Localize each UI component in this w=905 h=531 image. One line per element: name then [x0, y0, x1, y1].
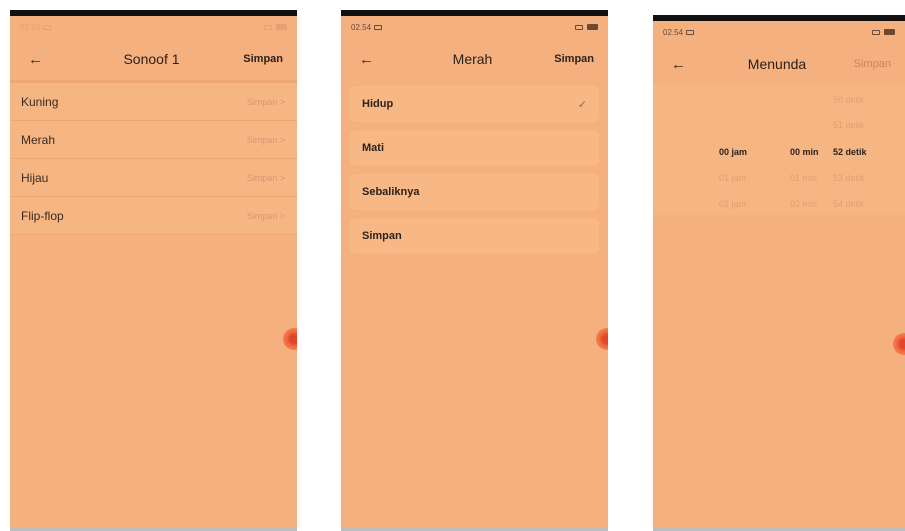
picker-second[interactable]: 54 detik [833, 199, 865, 209]
list-item-flip-flop[interactable]: Flip-flop Simpan > [10, 197, 297, 235]
cast-icon [872, 29, 880, 35]
page-title: Menunda [747, 56, 807, 72]
screen-delay-picker: 02.54 ← Menunda Simpan 50 detik 51 detik… [653, 15, 905, 531]
floating-ball-icon[interactable] [893, 333, 905, 355]
cast-icon [575, 24, 583, 30]
app-header: ← Merah Simpan [341, 38, 608, 80]
status-bar: 02.54 [653, 21, 905, 43]
back-arrow-icon[interactable]: ← [28, 51, 68, 68]
screen-merah-options: 02.54 ← Merah Simpan Hidup ✓ Mati Sebali… [341, 10, 608, 531]
picker-second[interactable]: 51 detik [833, 120, 865, 130]
option-label: Sebaliknya [362, 186, 420, 198]
picker-hour[interactable]: 02 jam [719, 199, 746, 209]
status-time: 02.54 [351, 22, 372, 32]
list-item-kuning[interactable]: Kuning Simpan > [10, 83, 297, 121]
picker-second-selected[interactable]: 52 detik [833, 147, 867, 157]
status-time: 02.54 [20, 22, 41, 32]
message-icon [374, 24, 383, 30]
list-item-hijau[interactable]: Hijau Simpan > [10, 159, 297, 197]
list-item-value: Simpan [246, 134, 278, 145]
option-label: Hidup [362, 98, 394, 110]
option-sebaliknya[interactable]: Sebaliknya [350, 174, 599, 210]
chevron-right-icon: > [279, 172, 285, 183]
option-mati[interactable]: Mati [350, 130, 599, 166]
list-item-label: Flip-flop [21, 208, 64, 223]
battery-icon [276, 23, 287, 30]
battery-icon [884, 28, 895, 35]
list-item-value: Simpan [246, 172, 278, 183]
list-item-label: Merah [21, 132, 56, 147]
picker-minute[interactable]: 01 min [790, 173, 817, 183]
save-button[interactable]: Simpan [843, 58, 891, 70]
screen-device-list: 02.54 ← Sonoof 1 Simpan Kuning Simpan > … [10, 10, 297, 531]
back-arrow-icon[interactable]: ← [359, 51, 399, 68]
status-time: 02.54 [663, 27, 684, 37]
save-button[interactable]: Simpan [546, 53, 594, 65]
chevron-right-icon: > [279, 134, 285, 145]
picker-minute-selected[interactable]: 00 min [790, 147, 819, 157]
message-icon [43, 24, 52, 30]
chevron-right-icon: > [279, 96, 285, 107]
app-header: ← Sonoof 1 Simpan [10, 38, 297, 80]
settings-list: Kuning Simpan > Merah Simpan > Hijau Sim… [10, 83, 297, 235]
option-simpan[interactable]: Simpan [350, 218, 599, 254]
picker-hour[interactable]: 01 jam [719, 173, 746, 183]
floating-ball-icon[interactable] [596, 328, 608, 350]
status-bar: 02.54 [10, 16, 297, 38]
picker-second[interactable]: 53 detik [833, 173, 865, 183]
list-item-label: Kuning [21, 94, 59, 109]
check-icon: ✓ [577, 98, 587, 111]
cast-icon [264, 24, 272, 30]
battery-icon [587, 23, 598, 30]
back-arrow-icon[interactable]: ← [671, 56, 711, 73]
picker-second[interactable]: 50 detik [833, 95, 865, 105]
screenshot-stage: 02.54 ← Sonoof 1 Simpan Kuning Simpan > … [0, 0, 905, 531]
app-header: ← Menunda Simpan [653, 43, 905, 85]
option-hidup[interactable]: Hidup ✓ [350, 86, 599, 122]
list-item-merah[interactable]: Merah Simpan > [10, 121, 297, 159]
picker-hour-selected[interactable]: 00 jam [719, 147, 747, 157]
picker-minute[interactable]: 02 min [790, 199, 817, 209]
list-item-value: Simpan [246, 210, 278, 221]
list-item-label: Hijau [21, 170, 49, 185]
chevron-right-icon: > [279, 210, 285, 221]
option-list: Hidup ✓ Mati Sebaliknya Simpan [350, 86, 599, 262]
status-bar: 02.54 [341, 16, 608, 38]
floating-ball-icon[interactable] [283, 328, 297, 350]
list-item-value: Simpan [246, 96, 278, 107]
save-button[interactable]: Simpan [235, 53, 283, 65]
message-icon [686, 29, 695, 35]
page-title: Merah [452, 51, 493, 67]
option-label: Simpan [362, 230, 402, 242]
time-picker[interactable]: 50 detik 51 detik 00 jam 00 min 52 detik… [653, 85, 905, 215]
page-title: Sonoof 1 [123, 51, 180, 67]
option-label: Mati [362, 142, 384, 154]
